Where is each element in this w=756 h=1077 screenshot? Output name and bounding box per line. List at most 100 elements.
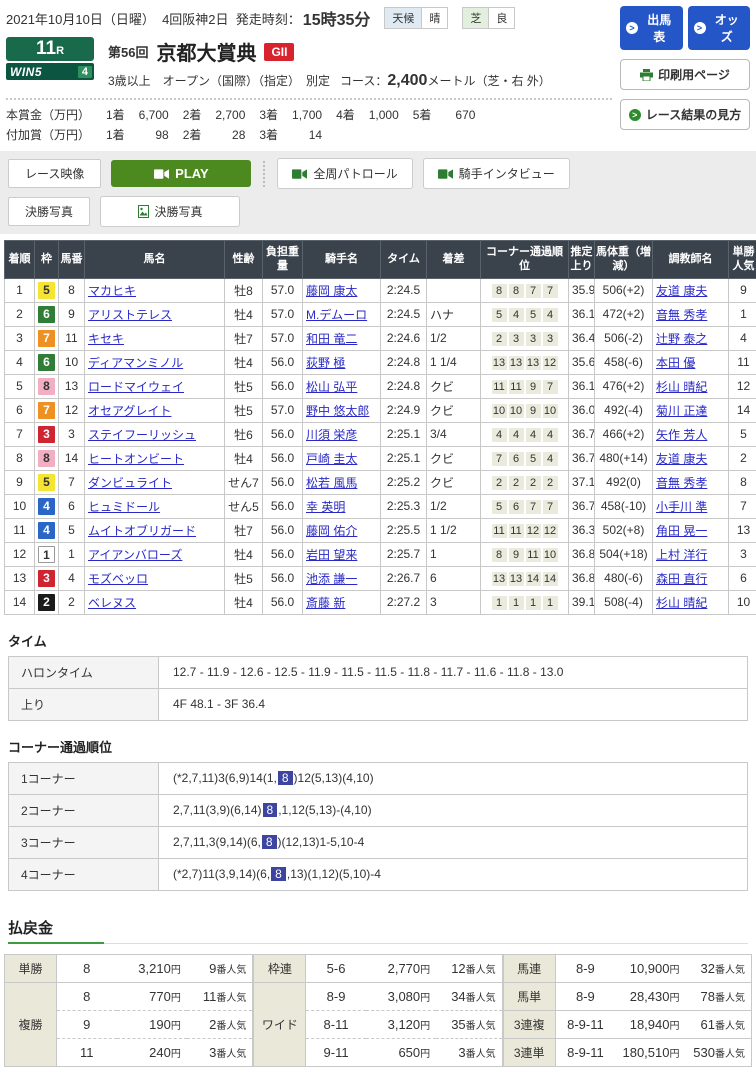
payout-popularity: 12番人気 [436, 954, 502, 982]
jockey-link[interactable]: 岩田 望来 [306, 548, 357, 562]
sex-age: 牡6 [225, 422, 263, 446]
column-header: 調教師名 [653, 241, 729, 279]
win-popularity: 1 [729, 302, 756, 326]
trainer-link[interactable]: 友道 康夫 [656, 452, 707, 466]
entry-table-button[interactable]: > 出馬表 [620, 6, 683, 50]
trainer-link[interactable]: 上村 洋行 [656, 548, 707, 562]
time-row-label: 上り [9, 688, 159, 720]
jockey-link[interactable]: M.デムーロ [306, 308, 367, 322]
jockey-link[interactable]: 幸 英明 [306, 500, 345, 514]
last-3f: 39.1 [569, 590, 595, 614]
column-header: 騎手名 [303, 241, 381, 279]
horse-link[interactable]: ステイフーリッシュ [88, 428, 196, 442]
corner-positions: 4444 [481, 422, 569, 446]
trainer-link[interactable]: 杉山 晴紀 [656, 596, 707, 610]
horse-name-cell: マカヒキ [85, 278, 225, 302]
horse-link[interactable]: アリストテレス [88, 308, 172, 322]
trainer-link[interactable]: 森田 直行 [656, 572, 707, 586]
payout-amount: 180,510円 [615, 1038, 685, 1066]
payout-combination: 8-9-11 [555, 1038, 615, 1066]
horse-link[interactable]: キセキ [88, 332, 124, 346]
horse-number: 1 [59, 542, 85, 566]
odds-button[interactable]: > オッズ [688, 6, 751, 50]
trainer-link[interactable]: 友道 康夫 [656, 284, 707, 298]
jockey-link[interactable]: 池添 謙一 [306, 572, 357, 586]
corner-position-box: 4 [526, 428, 541, 442]
horse-link[interactable]: アイアンバローズ [88, 548, 182, 562]
payout-popularity: 11番人気 [187, 982, 253, 1010]
corner-position-box: 1 [543, 596, 558, 610]
corner-position-box: 10 [543, 404, 558, 418]
horse-link[interactable]: ダンビュライト [88, 476, 172, 490]
jockey-interview-button[interactable]: 騎手インタビュー [423, 158, 570, 189]
horse-link[interactable]: ベレヌス [88, 596, 136, 610]
jockey-link[interactable]: 和田 竜二 [306, 332, 357, 346]
horse-weight: 506(+2) [595, 278, 653, 302]
trainer-link[interactable]: 杉山 晴紀 [656, 380, 707, 394]
win-popularity: 7 [729, 494, 756, 518]
horse-link[interactable]: ロードマイウェイ [88, 380, 184, 394]
horse-weight: 492(-4) [595, 398, 653, 422]
payout-combination: 8-9-11 [555, 1010, 615, 1038]
trainer-link[interactable]: 矢作 芳人 [656, 428, 707, 442]
corner-position-box: 1 [526, 596, 541, 610]
finish-photo-button[interactable]: 決勝写真 [100, 196, 240, 227]
camera-icon [438, 169, 453, 179]
jockey-link[interactable]: 松若 風馬 [306, 476, 357, 490]
weather-value: 晴 [422, 8, 447, 28]
jockey-link[interactable]: 川須 栄彦 [306, 428, 357, 442]
horse-link[interactable]: オセアグレイト [88, 404, 171, 418]
trainer-link[interactable]: 辻野 泰之 [656, 332, 707, 346]
jockey-link[interactable]: 戸崎 圭太 [306, 452, 357, 466]
corner-position-box: 14 [526, 572, 541, 586]
jockey-link[interactable]: 荻野 極 [306, 356, 345, 370]
horse-weight: 472(+2) [595, 302, 653, 326]
horse-link[interactable]: ディアマンミノル [88, 356, 183, 370]
trainer-link[interactable]: 音無 秀孝 [656, 308, 707, 322]
trainer-link[interactable]: 本田 優 [656, 356, 695, 370]
highlighted-horse-number: 8 [262, 835, 277, 849]
time-row: 上り4F 48.1 - 3F 36.4 [9, 688, 748, 720]
trainer-link[interactable]: 小手川 準 [656, 500, 707, 514]
carried-weight: 56.0 [263, 446, 303, 470]
horse-link[interactable]: モズベッロ [88, 572, 148, 586]
corner-position-box: 9 [509, 548, 524, 562]
margin: クビ [427, 374, 481, 398]
jockey-link[interactable]: 斎藤 新 [306, 596, 345, 610]
trainer-link[interactable]: 菊川 正達 [656, 404, 707, 418]
trainer-link[interactable]: 角田 晃一 [656, 524, 707, 538]
print-page-button[interactable]: 印刷用ページ [620, 59, 750, 90]
prize-added-items: 1着982着283着14 [92, 126, 322, 143]
jockey-link[interactable]: 松山 弘平 [306, 380, 357, 394]
camera-icon [154, 169, 169, 179]
yen-unit: 円 [171, 1021, 181, 1032]
sex-age: 牡5 [225, 398, 263, 422]
payout-row: ワイド8-93,080円34番人気 [254, 982, 502, 1010]
payout-popularity: 530番人気 [685, 1038, 751, 1066]
margin: 1 1/2 [427, 518, 481, 542]
sex-age: 牡7 [225, 518, 263, 542]
horse-link[interactable]: ムイトオブリガード [88, 524, 196, 538]
payout-type: 複勝 [5, 982, 57, 1066]
horse-link[interactable]: マカヒキ [88, 284, 136, 298]
corner-row-value: (*2,7,11)3(6,9)14(1,8)12(5,13)(4,10) [159, 762, 748, 794]
time-row-label: ハロンタイム [9, 656, 159, 688]
horse-link[interactable]: ヒュミドール [88, 500, 160, 514]
margin: クビ [427, 470, 481, 494]
corner-position-box: 10 [543, 548, 558, 562]
yen-unit: 円 [420, 1049, 430, 1060]
win-popularity: 12 [729, 374, 756, 398]
jockey-link[interactable]: 藤岡 康太 [306, 284, 357, 298]
highlighted-horse-number: 8 [271, 867, 286, 881]
last-3f: 37.1 [569, 470, 595, 494]
patrol-video-button[interactable]: 全周パトロール [277, 158, 412, 189]
horse-link[interactable]: ヒートオンビート [88, 452, 184, 466]
trainer-link[interactable]: 音無 秀孝 [656, 476, 707, 490]
corner-row-label: 3コーナー [9, 826, 159, 858]
jockey-link[interactable]: 野中 悠太郎 [306, 404, 369, 418]
horse-weight: 476(+2) [595, 374, 653, 398]
jockey-link[interactable]: 藤岡 佑介 [306, 524, 357, 538]
finish-time: 2:25.5 [381, 518, 427, 542]
play-button[interactable]: PLAY [111, 160, 251, 187]
results-guide-button[interactable]: > レース結果の見方 [620, 99, 750, 130]
